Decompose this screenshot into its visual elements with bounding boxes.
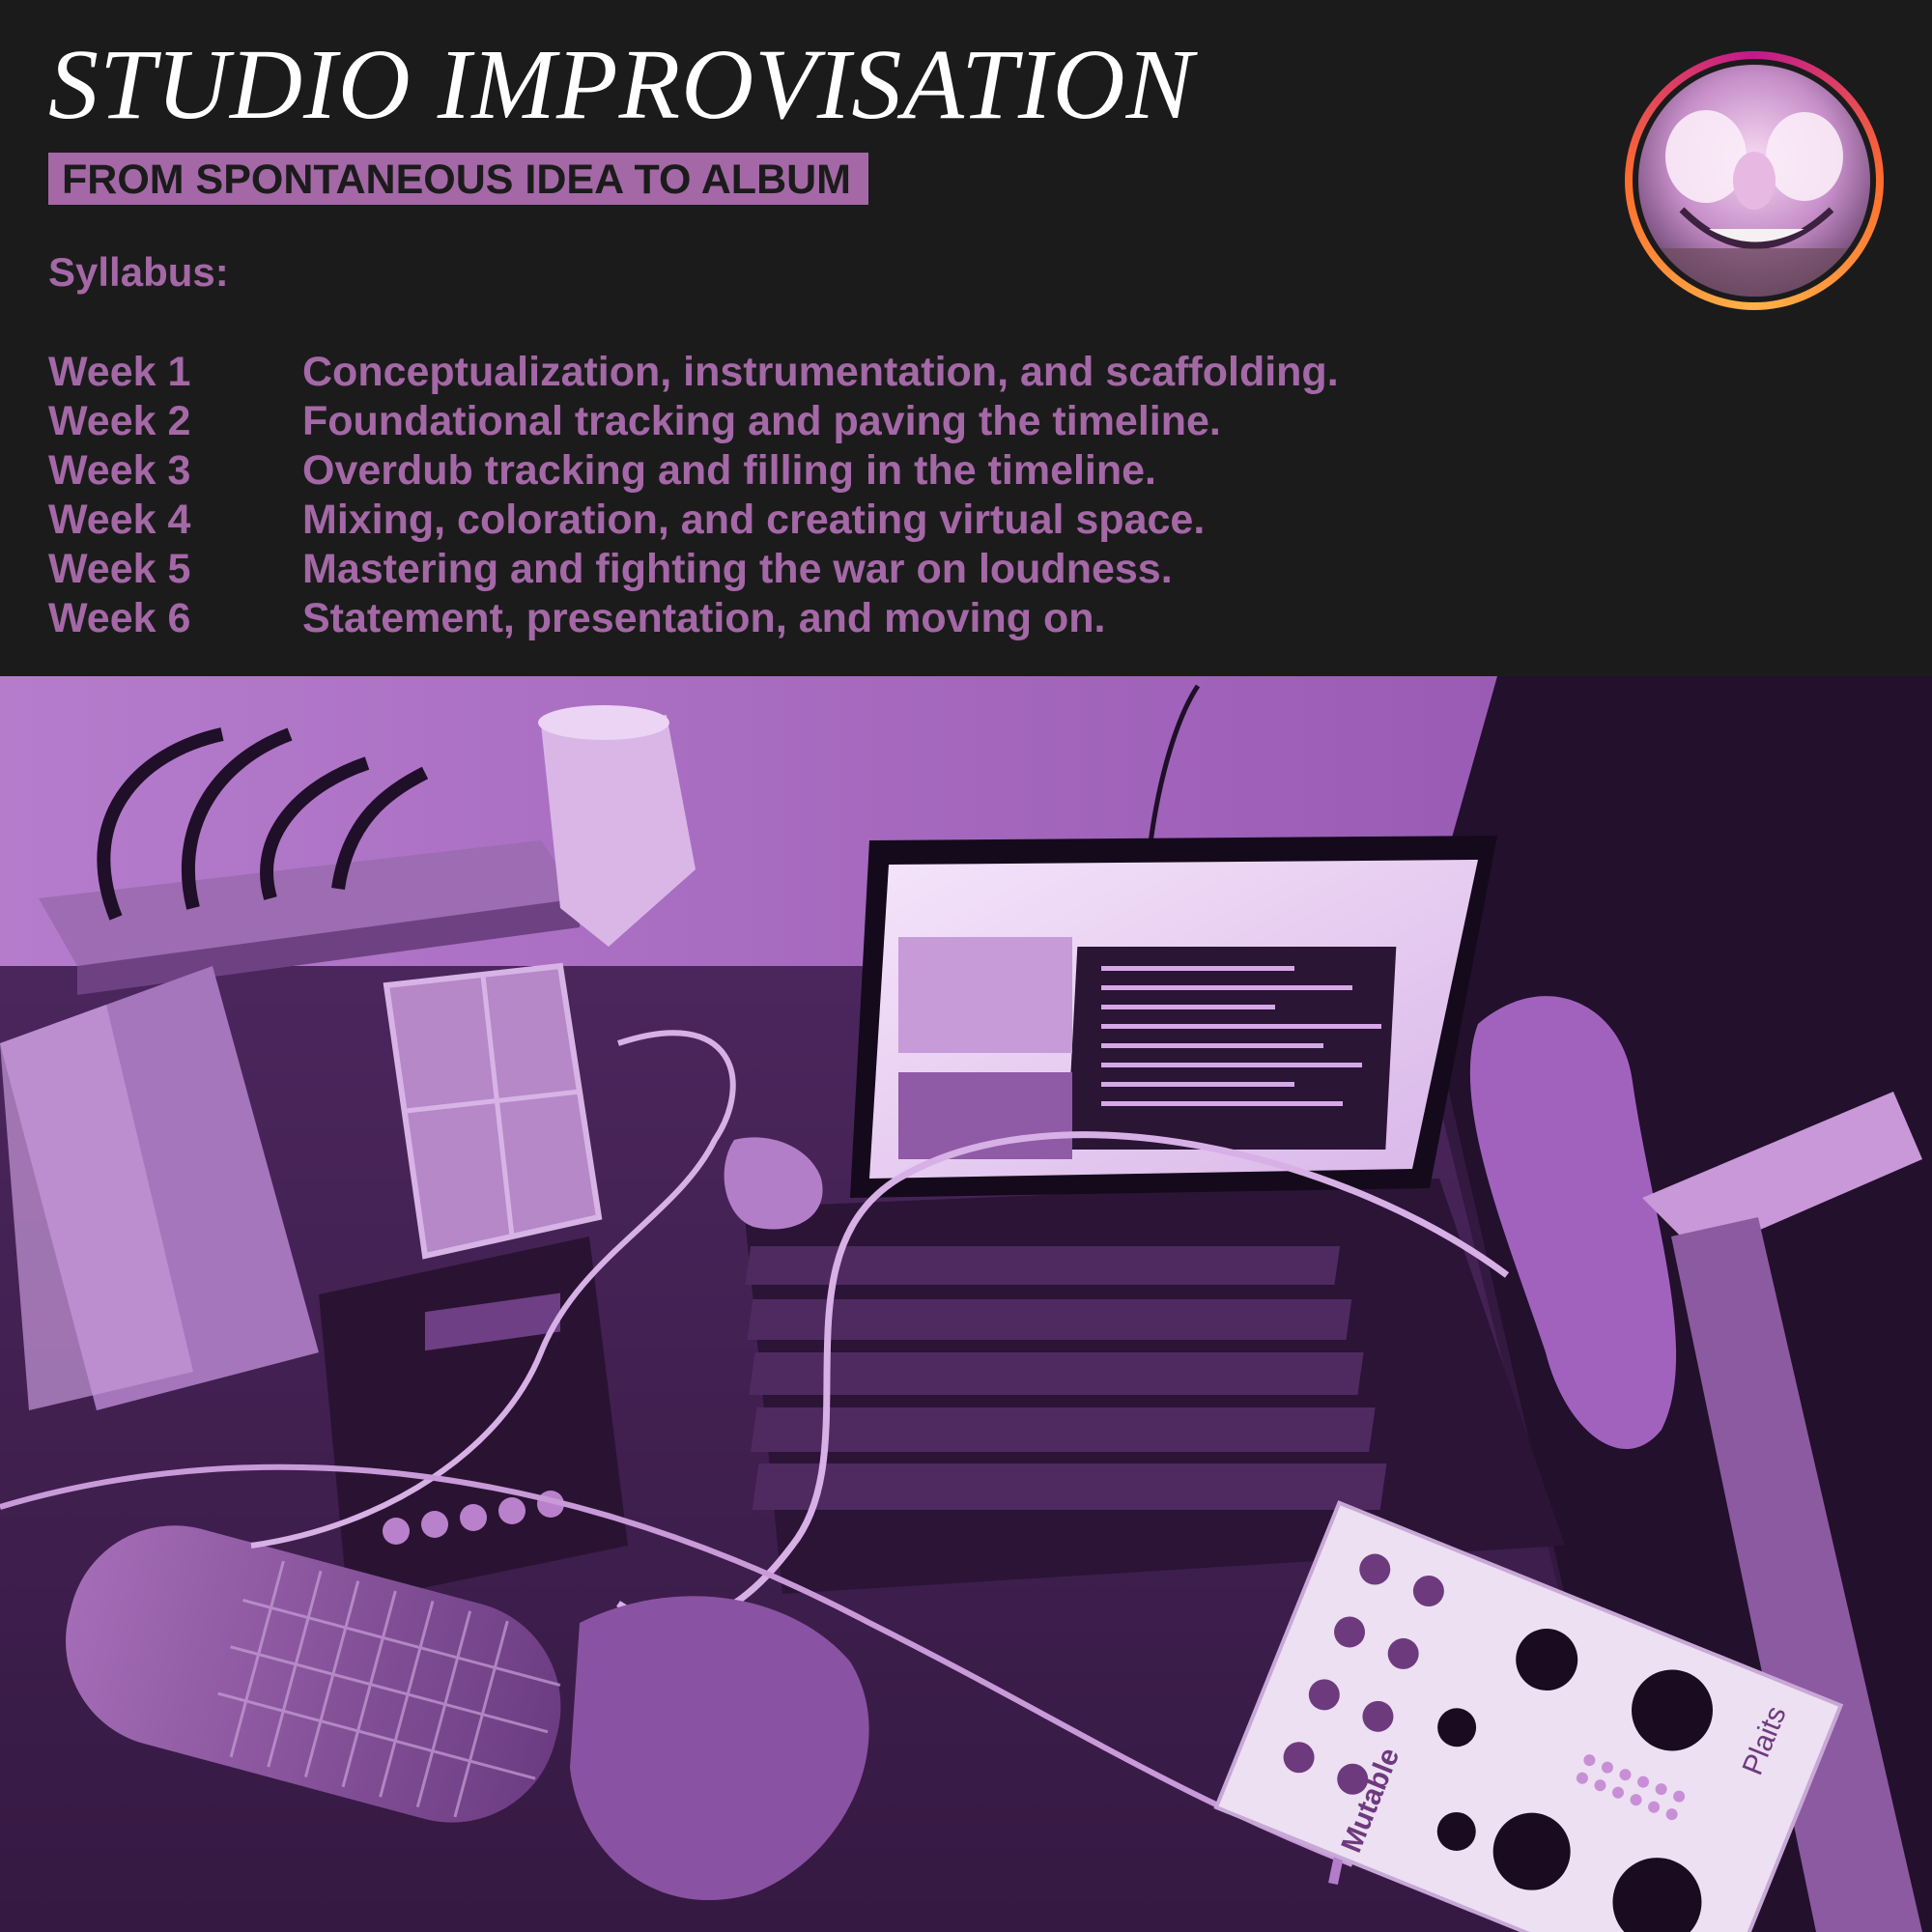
avatar <box>1625 51 1884 310</box>
syllabus-heading: Syllabus: <box>48 249 229 295</box>
week-topic: Overdub tracking and filling in the time… <box>302 447 1156 494</box>
week-label: Week 5 <box>48 546 191 592</box>
page-title: STUDIO IMPROVISATION <box>48 29 1194 140</box>
syllabus-item: Week 3 Overdub tracking and filling in t… <box>48 446 1339 496</box>
week-topic: Conceptualization, instrumentation, and … <box>302 349 1339 395</box>
week-topic: Mixing, coloration, and creating virtual… <box>302 497 1206 543</box>
syllabus-item: Week 6 Statement, presentation, and movi… <box>48 594 1339 643</box>
week-topic: Foundational tracking and paving the tim… <box>302 398 1221 444</box>
week-topic: Statement, presentation, and moving on. <box>302 595 1106 641</box>
syllabus-item: Week 4 Mixing, coloration, and creating … <box>48 496 1339 545</box>
week-label: Week 2 <box>48 398 191 444</box>
header: STUDIO IMPROVISATION FROM SPONTANEOUS ID… <box>0 0 1932 676</box>
avatar-face-image <box>1638 65 1870 297</box>
syllabus-item: Week 2 Foundational tracking and paving … <box>48 397 1339 446</box>
syllabus-list: Week 1 Conceptualization, instrumentatio… <box>48 348 1339 643</box>
syllabus-item: Week 1 Conceptualization, instrumentatio… <box>48 348 1339 397</box>
week-label: Week 1 <box>48 349 191 395</box>
week-label: Week 3 <box>48 447 191 494</box>
subtitle-banner: FROM SPONTANEOUS IDEA TO ALBUM <box>48 153 868 205</box>
week-topic: Mastering and fighting the war on loudne… <box>302 546 1173 592</box>
syllabus-item: Week 5 Mastering and fighting the war on… <box>48 545 1339 594</box>
studio-desk-photo: Mutable Plaits <box>0 676 1932 1932</box>
week-label: Week 6 <box>48 595 191 641</box>
week-label: Week 4 <box>48 497 191 543</box>
